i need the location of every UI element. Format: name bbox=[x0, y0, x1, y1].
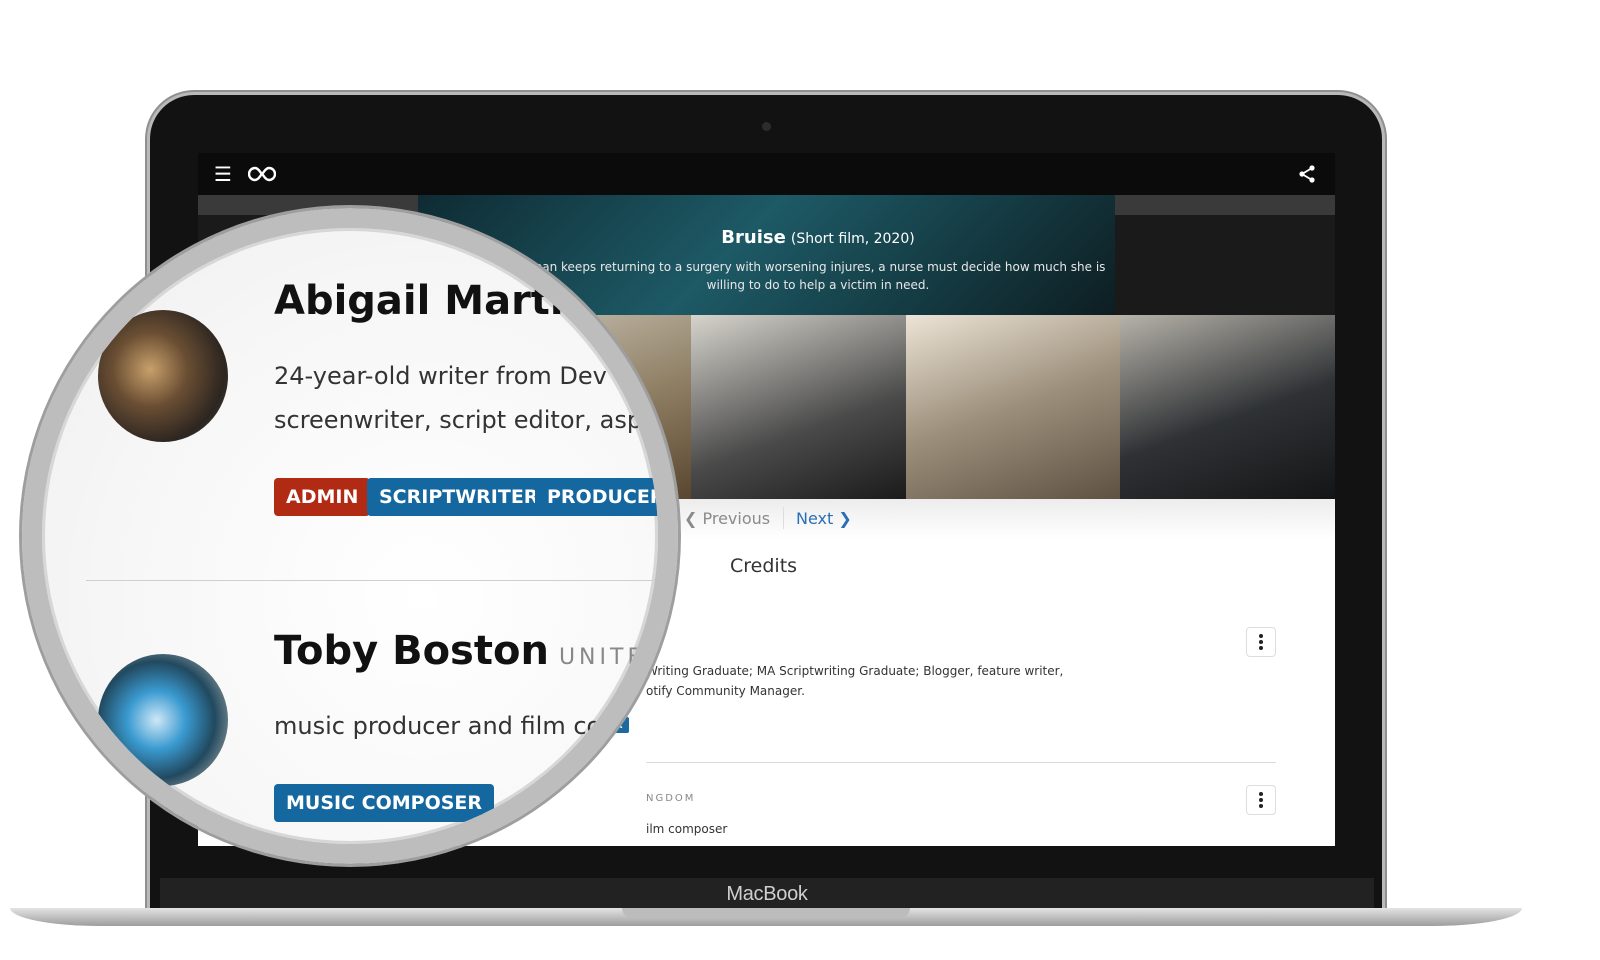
previous-button[interactable]: ❮ Previous bbox=[684, 509, 770, 528]
kebab-dots-icon bbox=[1259, 792, 1263, 808]
camera-dot bbox=[762, 122, 771, 131]
share-icon[interactable] bbox=[1297, 164, 1317, 184]
credit-description-line: otify Community Manager. bbox=[646, 684, 805, 698]
laptop-notch bbox=[622, 908, 910, 918]
gallery-thumb[interactable] bbox=[1120, 315, 1335, 499]
gallery-thumb[interactable] bbox=[691, 315, 906, 499]
person-bio-line: 24-year-old writer from Dev bbox=[274, 362, 607, 390]
credits-heading: Credits bbox=[730, 555, 798, 577]
kebab-dots-icon bbox=[1259, 634, 1263, 650]
infinity-logo-icon[interactable] bbox=[248, 165, 276, 183]
film-meta: (Short film, 2020) bbox=[790, 231, 915, 247]
device-label: MacBook bbox=[726, 883, 808, 905]
person-divider bbox=[86, 580, 658, 581]
person-name: Toby BostonUNITED K bbox=[274, 628, 658, 674]
magnifier-content: Abigail Marti 24-year-old writer from De… bbox=[42, 228, 658, 844]
next-button[interactable]: Next ❯ bbox=[796, 509, 852, 528]
avatar[interactable] bbox=[98, 310, 228, 442]
gallery-thumb[interactable] bbox=[905, 315, 1121, 499]
kebab-menu-icon[interactable] bbox=[1246, 785, 1276, 815]
credit-divider bbox=[646, 762, 1276, 763]
person-bio: 24-year-old writer from Dev screenwriter… bbox=[274, 354, 642, 442]
pager-divider bbox=[783, 507, 784, 529]
laptop-chin: MacBook bbox=[160, 878, 1374, 911]
person-name-text[interactable]: Toby Boston bbox=[274, 628, 549, 674]
magnifier-lens: Abigail Marti 24-year-old writer from De… bbox=[22, 208, 678, 864]
film-title: Bruise bbox=[721, 227, 786, 248]
scriptwriter-tag: SCRIPTWRITER bbox=[367, 478, 551, 516]
person-name[interactable]: Abigail Marti bbox=[274, 278, 564, 324]
kebab-menu-icon[interactable] bbox=[1246, 627, 1276, 657]
top-bar: ☰ bbox=[198, 153, 1335, 195]
avatar[interactable] bbox=[98, 654, 228, 786]
credit-row-description: ilm composer bbox=[646, 822, 728, 836]
person-bio-line: screenwriter, script editor, asp bbox=[274, 406, 643, 434]
menu-icon[interactable]: ☰ bbox=[214, 164, 234, 184]
producer-tag: PRODUCER bbox=[535, 478, 658, 516]
music-composer-tag: MUSIC COMPOSER bbox=[274, 784, 495, 822]
credit-row-description: Writing Graduate; MA Scriptwriting Gradu… bbox=[646, 661, 1063, 701]
credit-description-line: Writing Graduate; MA Scriptwriting Gradu… bbox=[646, 664, 1064, 678]
person-bio: music producer and film co bbox=[274, 712, 602, 740]
hero-side-right bbox=[1115, 195, 1335, 215]
admin-tag: ADMIN bbox=[274, 478, 371, 516]
